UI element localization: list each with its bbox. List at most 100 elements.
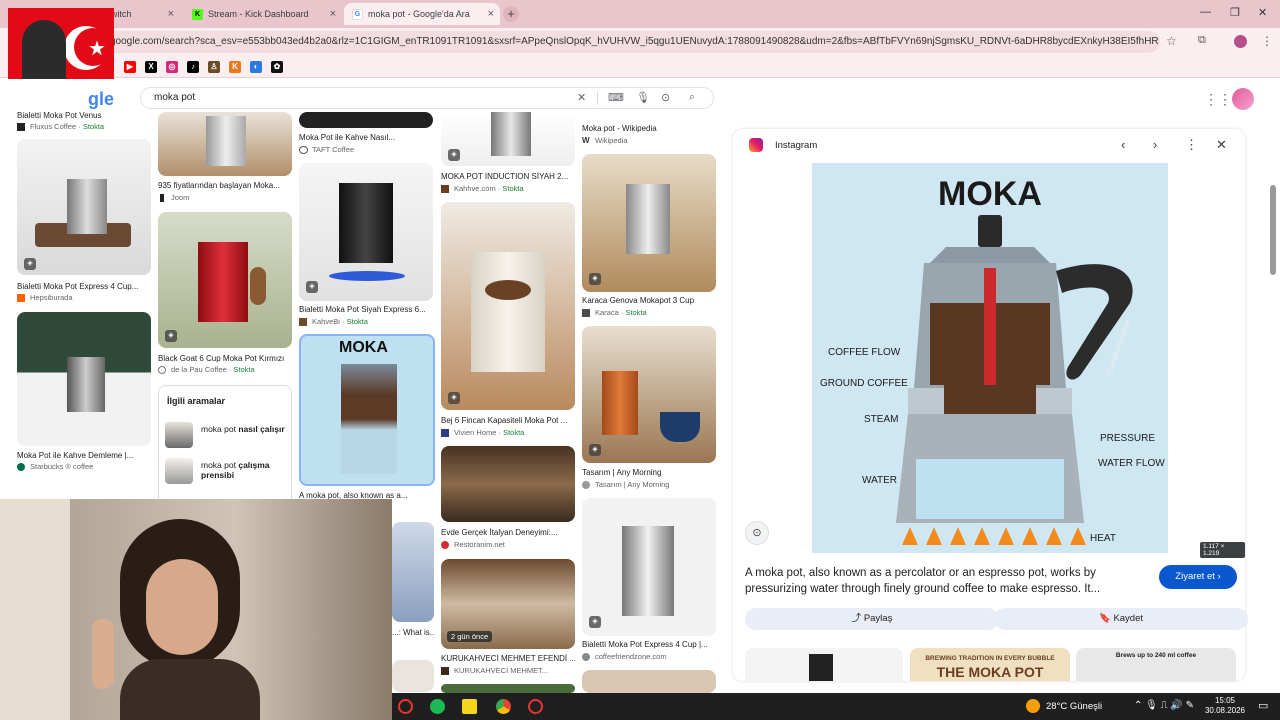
preview-image[interactable]: MOKA COFFEE FLOW GROUND COFFEE STEAM WAT… (812, 163, 1168, 553)
next-icon[interactable]: › (1153, 137, 1157, 152)
google-logo[interactable]: gle (88, 89, 114, 110)
extensions-icon[interactable]: ⧉ (1198, 34, 1206, 47)
save-button[interactable]: 🔖 Kaydet (994, 608, 1248, 630)
sticky-notes-icon[interactable] (462, 699, 477, 714)
spotify-icon[interactable] (430, 699, 445, 714)
result-image[interactable] (17, 312, 151, 446)
result-source[interactable]: Starbucks ® coffee (17, 462, 93, 471)
profile-avatar[interactable] (1234, 35, 1247, 48)
result-image[interactable] (582, 670, 716, 693)
microphone-icon[interactable]: 🎙 (636, 91, 650, 104)
result-image[interactable]: ◈ (441, 202, 575, 410)
account-avatar[interactable] (1232, 88, 1254, 110)
result-image[interactable]: 2 gün önce (441, 559, 575, 649)
google-apps-icon[interactable]: ⋮⋮ (1204, 91, 1232, 108)
result-title[interactable]: MOKA POT INDUCTION SİYAH 2... (441, 172, 568, 181)
bookmark-star-icon[interactable]: ☆ (1166, 34, 1177, 48)
preview-source[interactable]: Instagram (775, 140, 817, 151)
result-title[interactable]: Bialetti Moka Pot Venus (17, 111, 102, 120)
result-title[interactable]: Moka Pot ile Kahve Demleme |... (17, 451, 133, 460)
related-image[interactable] (745, 648, 903, 681)
result-source[interactable]: Kahhve.com · Stokta (441, 184, 524, 193)
chrome-icon[interactable] (496, 699, 511, 714)
result-image-selected[interactable]: MOKA (299, 334, 435, 486)
youtube-icon[interactable]: ▶ (124, 61, 136, 73)
tray-icons[interactable]: ⌃ 🎙 ⎍ 🔊 ✎ (1134, 700, 1194, 711)
notification-icon[interactable]: ▭ (1258, 699, 1268, 712)
share-button[interactable]: ⤴ Paylaş (745, 608, 999, 630)
result-image[interactable]: ◈ (441, 112, 575, 166)
result-source[interactable]: KahveBi · Stokta (299, 317, 368, 326)
search-input[interactable]: moka pot (154, 92, 195, 103)
search-box[interactable]: moka pot ✕ ⌨ 🎙 ⊙ ⌕ (140, 87, 714, 109)
settings-bookmark-icon[interactable]: ✿ (271, 61, 283, 73)
result-image[interactable]: ◈ (582, 498, 716, 636)
result-image[interactable]: ◈ (582, 326, 716, 463)
result-source[interactable]: Hepsiburada (17, 293, 73, 302)
result-title[interactable]: 935 fiyatlarından başlayan Moka... (158, 181, 280, 190)
result-image[interactable] (299, 112, 433, 128)
clear-search-icon[interactable]: ✕ (577, 91, 586, 104)
tab-google-search[interactable]: G moka pot - Google'da Ara × (344, 3, 500, 25)
chrome-bookmark-icon[interactable]: ◐ (250, 61, 262, 73)
result-title[interactable]: Bej 6 Fincan Kapasiteli Moka Pot ... (441, 416, 567, 425)
result-image[interactable]: ◈ (158, 212, 292, 348)
close-window-icon[interactable]: ✕ (1258, 6, 1267, 19)
result-title[interactable]: Black Goat 6 Cup Moka Pot Kırmızı (158, 354, 284, 363)
lens-search-icon[interactable]: ⊙ (745, 521, 769, 545)
kick-bookmark-icon[interactable]: K (229, 61, 241, 73)
tab-kick[interactable]: K Stream - Kick Dashboard × (184, 3, 342, 25)
instagram-icon[interactable]: ◎ (166, 61, 178, 73)
result-title[interactable]: Bialetti Moka Pot Express 4 Cup... (17, 282, 138, 291)
record-icon[interactable] (528, 699, 543, 714)
keyboard-icon[interactable]: ⌨ (608, 91, 624, 104)
result-image[interactable] (392, 522, 434, 622)
result-title[interactable]: Karaca Genova Mokapot 3 Cup (582, 296, 694, 305)
close-tab-icon[interactable]: × (330, 8, 336, 20)
weather-text[interactable]: 28°C Güneşli (1046, 701, 1102, 712)
result-title[interactable]: Tasarım | Any Morning (582, 468, 661, 477)
result-title[interactable]: Bialetti Moka Pot Siyah Express 6... (299, 305, 426, 314)
result-image[interactable]: ◈ (299, 163, 433, 301)
result-image[interactable] (441, 684, 575, 693)
result-title[interactable]: Evde Gerçek İtalyan Deneyimi:... (441, 528, 558, 537)
result-image[interactable] (392, 660, 434, 692)
clock[interactable]: 15:05 30.08.2026 (1200, 696, 1250, 716)
related-image[interactable]: Brews up to 240 ml coffee (1076, 648, 1236, 681)
previous-icon[interactable]: ‹ (1121, 137, 1125, 152)
result-source[interactable]: de la Pau Coffee · Stokta (158, 365, 255, 374)
result-source[interactable]: W Wikipedia (582, 136, 628, 145)
result-source[interactable]: Vivien Home · Stokta (441, 428, 524, 437)
address-bar[interactable]: google.com/search?sca_esv=e553bb043ed4b2… (100, 31, 1160, 53)
result-source[interactable]: Restoranim.net (441, 540, 505, 549)
search-icon[interactable]: ⌕ (689, 91, 695, 104)
result-title[interactable]: Moka Pot ile Kahve Nasıl... (299, 133, 395, 142)
result-title[interactable]: Bialetti Moka Pot Express 4 Cup |... (582, 640, 708, 649)
bookmark-icon[interactable]: ♙ (208, 61, 220, 73)
result-image[interactable] (158, 112, 292, 176)
result-title[interactable]: ...: What is... (392, 628, 434, 637)
opera-icon[interactable] (398, 699, 413, 714)
close-tab-icon[interactable]: × (168, 8, 174, 20)
visit-button[interactable]: Ziyaret et › (1159, 565, 1237, 589)
result-source[interactable]: Karaca · Stokta (582, 308, 647, 317)
minimize-icon[interactable]: — (1200, 6, 1211, 18)
result-title[interactable]: Moka pot - Wikipedia (582, 124, 657, 133)
result-image[interactable] (441, 446, 575, 522)
tiktok-icon[interactable]: ♪ (187, 61, 199, 73)
more-options-icon[interactable]: ⋮ (1185, 137, 1198, 153)
result-source[interactable]: KURUKAHVECİ MEHMET... (441, 666, 548, 675)
new-tab-button[interactable]: + (503, 6, 519, 22)
result-source[interactable]: TAFT Coffee (299, 145, 354, 154)
menu-icon[interactable]: ⋮ (1261, 34, 1273, 48)
close-icon[interactable]: ✕ (1216, 137, 1227, 153)
related-search-item[interactable]: moka pot çalışma prensibi (165, 456, 289, 486)
maximize-icon[interactable]: ❐ (1230, 6, 1240, 19)
result-source[interactable]: coffeefriendzone.com (582, 652, 667, 661)
result-title[interactable]: KURUKAHVECİ MEHMET EFENDİ ... (441, 654, 576, 663)
result-image[interactable]: ◈ (17, 139, 151, 275)
result-source[interactable]: Tasarım | Any Morning (582, 480, 669, 489)
page-scrollbar[interactable] (1270, 185, 1276, 275)
result-source[interactable]: Fluxus Coffee · Stokta (17, 122, 104, 131)
close-tab-icon[interactable]: × (488, 8, 494, 20)
